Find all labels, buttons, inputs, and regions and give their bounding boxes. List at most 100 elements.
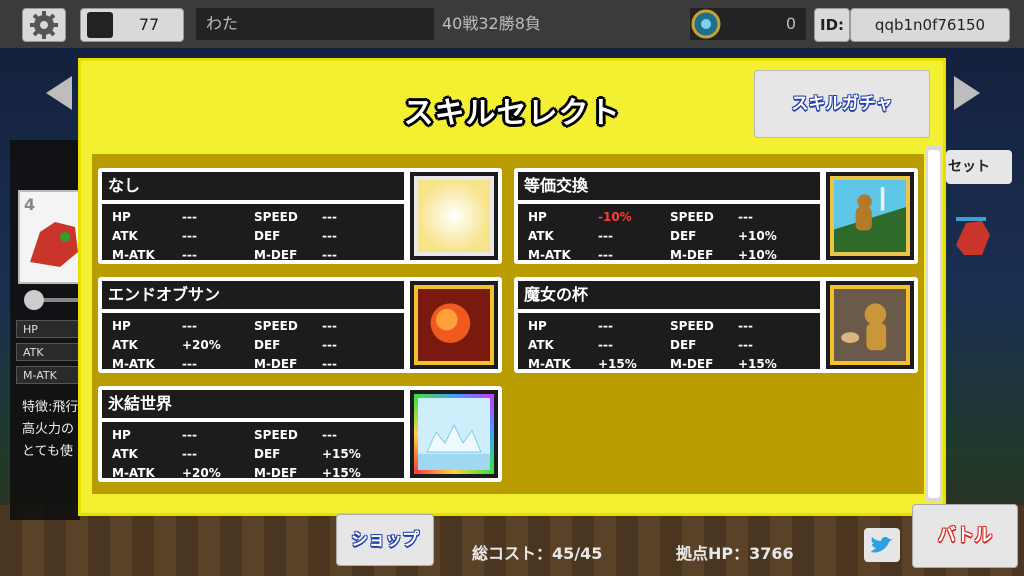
skill-select-modal: スキルセレクト スキルガチャ なし HP --- SPEED --- ATK --- DEF -… — [78, 58, 946, 516]
stat-label-hp: HP — [112, 210, 131, 224]
desc-line-1: 特徴:飛行 — [22, 400, 79, 415]
witch-cup-icon — [830, 285, 910, 365]
stat-label-matk: M-ATK — [528, 248, 571, 262]
stat-label-atk: ATK — [112, 229, 138, 243]
stat-value-atk: --- — [182, 447, 197, 461]
stat-label-def: DEF — [670, 229, 697, 243]
stat-value-atk: --- — [598, 229, 613, 243]
stat-label-def: DEF — [254, 229, 281, 243]
id-value-box[interactable]: qqb1n0f76150 — [850, 8, 1010, 42]
battle-button[interactable]: バトル — [912, 504, 1018, 568]
stat-label-def: DEF — [670, 338, 697, 352]
stat-label-def: DEF — [254, 338, 281, 352]
battle-record: 40戦32勝8負 — [442, 14, 541, 33]
player-name: わた — [206, 14, 239, 33]
twitter-bird-icon — [871, 536, 892, 553]
skill-stats: HP --- SPEED --- ATK --- DEF +15% M-ATK +20% M-DEF… — [102, 422, 404, 480]
skill-card[interactable]: 氷結世界 HP --- SPEED --- ATK --- DEF +15% M-ATK +20% M… — [98, 386, 502, 482]
skill-card[interactable]: 等価交換 HP -10% SPEED --- ATK --- DEF +10% M-ATK --- M… — [514, 168, 918, 264]
fireball-icon — [414, 285, 494, 365]
stat-label-atk: ATK — [528, 229, 554, 243]
stat-label-speed: SPEED — [670, 319, 714, 333]
stat-value-speed: --- — [738, 210, 753, 224]
stat-value-def: +15% — [322, 447, 361, 461]
skill-image — [410, 281, 498, 369]
gem-count: 77 — [138, 15, 160, 34]
skill-image — [826, 172, 914, 260]
stat-value-hp: --- — [598, 319, 613, 333]
stat-value-def: --- — [322, 338, 337, 352]
prev-arrow-icon[interactable] — [46, 76, 72, 110]
id-value: qqb1n0f76150 — [874, 16, 986, 34]
stat-label-matk: M-ATK — [112, 466, 155, 480]
skill-stats: HP --- SPEED --- ATK +20% DEF --- M-ATK --- M-DEF -… — [102, 313, 404, 371]
skill-list: なし HP --- SPEED --- ATK --- DEF --- M-ATK --- M-DEF… — [92, 154, 924, 494]
stat-value-def: --- — [322, 229, 337, 243]
stat-label-speed: SPEED — [254, 210, 298, 224]
level-slider[interactable] — [24, 290, 80, 310]
total-cost: 総コスト：45/45 — [472, 544, 603, 563]
stat-value-hp: --- — [182, 210, 197, 224]
skill-image — [410, 172, 498, 260]
stat-value-atk: --- — [598, 338, 613, 352]
stat-label-mdef: M-DEF — [254, 357, 298, 371]
stat-value-hp: -10% — [598, 210, 632, 224]
base-hp: 拠点HP：3766 — [676, 544, 794, 563]
stat-value-atk: +20% — [182, 338, 221, 352]
stat-value-hp: --- — [182, 319, 197, 333]
stat-value-mdef: +15% — [322, 466, 361, 480]
stat-value-speed: --- — [738, 319, 753, 333]
skill-name: なし — [102, 172, 404, 200]
stat-value-atk: --- — [182, 229, 197, 243]
stat-value-matk: --- — [182, 248, 197, 262]
skill-stats: HP --- SPEED --- ATK --- DEF --- M-ATK +15% M-DEF +… — [518, 313, 820, 371]
set-button[interactable]: セット — [946, 150, 1012, 184]
stat-label-hp: HP — [528, 210, 547, 224]
stat-label-hp: HP — [528, 319, 547, 333]
stat-value-matk: +15% — [598, 357, 637, 371]
skill-card[interactable]: エンドオブサン HP --- SPEED --- ATK +20% DEF --- M-ATK --… — [98, 277, 502, 373]
stat-label-def: DEF — [254, 447, 281, 461]
left-stat-matk: M-ATK — [16, 366, 80, 384]
character-portrait[interactable]: 4 — [18, 190, 84, 284]
settings-button[interactable] — [22, 8, 66, 42]
stat-value-mdef: +10% — [738, 248, 777, 262]
player-name-box: わた — [196, 8, 434, 40]
left-stat-atk: ATK — [16, 343, 80, 361]
skill-card[interactable]: 魔女の杯 HP --- SPEED --- ATK --- DEF --- M-ATK +15% M-… — [514, 277, 918, 373]
shop-button[interactable]: ショップ — [336, 514, 434, 566]
gem-counter[interactable]: 77 — [80, 8, 184, 42]
stat-label-mdef: M-DEF — [254, 248, 298, 262]
dragon-portrait-icon: 4 — [20, 192, 82, 282]
left-stat-hp: HP — [16, 320, 80, 338]
stat-label-speed: SPEED — [254, 428, 298, 442]
skill-name: 魔女の杯 — [518, 281, 820, 309]
stat-value-mdef: --- — [322, 248, 337, 262]
stat-label-atk: ATK — [112, 447, 138, 461]
id-label-box: ID: — [814, 8, 850, 42]
desc-line-2: 高火力の — [22, 422, 75, 437]
next-arrow-icon[interactable] — [954, 76, 980, 110]
gear-icon — [30, 11, 58, 39]
svg-text:4: 4 — [24, 195, 35, 214]
coin-count: 0 — [785, 14, 796, 33]
stat-label-matk: M-ATK — [112, 248, 155, 262]
skill-card[interactable]: なし HP --- SPEED --- ATK --- DEF --- M-ATK --- M-DEF… — [98, 168, 502, 264]
stat-label-matk: M-ATK — [528, 357, 571, 371]
stat-value-matk: +20% — [182, 466, 221, 480]
skill-image — [410, 390, 498, 478]
scrollbar-thumb[interactable] — [928, 150, 940, 498]
blank-icon — [414, 176, 494, 256]
skill-gacha-button[interactable]: スキルガチャ — [754, 70, 930, 138]
skill-name: エンドオブサン — [102, 281, 404, 309]
stat-value-speed: --- — [322, 210, 337, 224]
stat-value-def: --- — [738, 338, 753, 352]
box-icon — [87, 12, 113, 38]
skill-image — [826, 281, 914, 369]
stat-label-matk: M-ATK — [112, 357, 155, 371]
stat-value-speed: --- — [322, 428, 337, 442]
stat-value-def: +10% — [738, 229, 777, 243]
twitter-button[interactable] — [864, 528, 900, 562]
ice-world-icon — [414, 394, 494, 474]
skill-name: 氷結世界 — [102, 390, 404, 418]
